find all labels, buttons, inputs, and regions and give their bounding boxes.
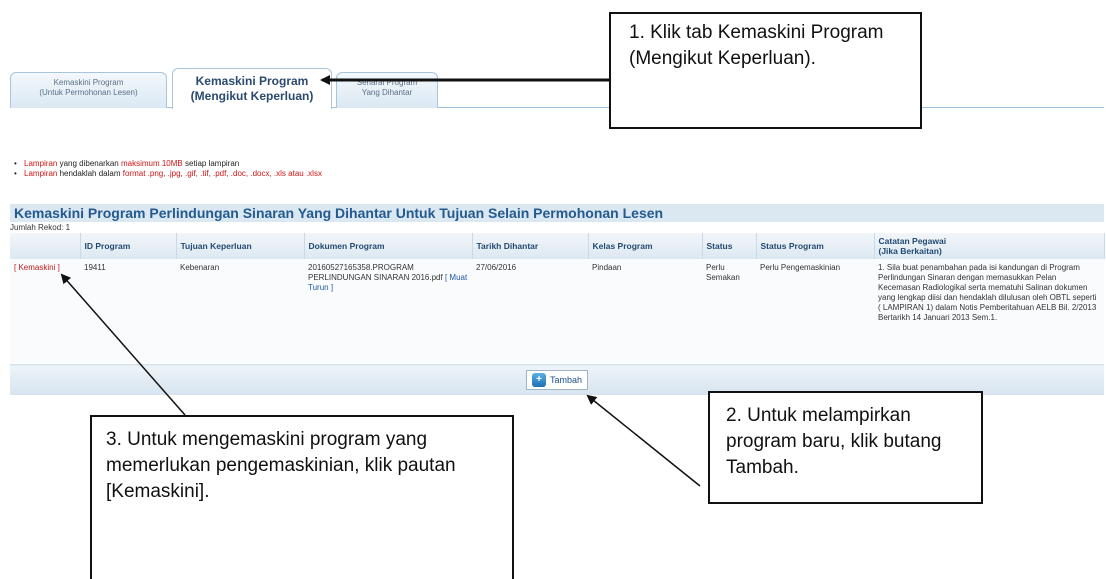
program-table: ID Program Tujuan Keperluan Dokumen Prog…	[10, 233, 1105, 395]
tambah-button[interactable]: + Tambah	[525, 369, 589, 390]
attachment-notes: Lampiran yang dibenarkan maksimum 10MB s…	[14, 159, 322, 179]
column-header-class[interactable]: Kelas Program	[588, 233, 703, 259]
column-header-purpose[interactable]: Tujuan Keperluan	[176, 233, 305, 259]
callout-step-3: 3. Untuk mengemaskini program yang memer…	[90, 415, 514, 579]
column-header-remark: Catatan Pegawai (Jika Berkaitan)	[874, 233, 1105, 259]
add-icon: +	[531, 372, 546, 387]
table-row: [ Kemaskini ] 19411 Kebenaran 2016052716…	[10, 259, 1104, 365]
cell-date: 27/06/2016	[472, 259, 588, 365]
column-header-program-status[interactable]: Status Program	[756, 233, 875, 259]
column-header-document[interactable]: Dokumen Program	[304, 233, 473, 259]
cell-purpose: Kebenaran	[176, 259, 304, 365]
tab-line2: Yang Dihantar	[361, 88, 413, 97]
cell-id: 19411	[80, 259, 176, 365]
tab-senarai-program[interactable]: Senarai Program Yang Dihantar	[336, 72, 438, 108]
remark-header-label: Catatan Pegawai	[878, 236, 947, 246]
tambah-label: Tambah	[549, 374, 583, 385]
tab-kemaskini-program-keperluan[interactable]: Kemaskini Program (Mengikut Keperluan)	[172, 68, 332, 109]
document-filename: 20160527165358.PROGRAM PERLINDUNGAN SINA…	[308, 263, 443, 282]
record-count: Jumlah Rekod: 1	[10, 223, 71, 232]
tab-bar: Kemaskini Program (Untuk Permohonan Lese…	[10, 68, 1104, 109]
tab-kemaskini-program-lesen[interactable]: Kemaskini Program (Untuk Permohonan Lese…	[10, 72, 167, 108]
callout-step-1: 1. Klik tab Kemaskini Program (Mengikut …	[609, 12, 922, 129]
table-header-row: ID Program Tujuan Keperluan Dokumen Prog…	[10, 233, 1105, 259]
tab-line1: Senarai Program	[356, 78, 418, 87]
remark-header-note: (Jika Berkaitan)	[878, 246, 942, 256]
tab-line1: Kemaskini Program	[195, 74, 309, 88]
cell-document: 20160527165358.PROGRAM PERLINDUNGAN SINA…	[304, 259, 472, 365]
tab-line2: (Untuk Permohonan Lesen)	[39, 88, 138, 97]
column-header-id[interactable]: ID Program	[80, 233, 177, 259]
column-header-date[interactable]: Tarikh Dihantar	[472, 233, 589, 259]
kemaskini-link[interactable]: [ Kemaskini ]	[14, 263, 60, 272]
column-header-action	[10, 233, 81, 259]
column-header-status[interactable]: Status	[702, 233, 757, 259]
section-title: Kemaskini Program Perlindungan Sinaran Y…	[10, 204, 1104, 222]
tab-line2: (Mengikut Keperluan)	[190, 89, 314, 103]
note-item: Lampiran yang dibenarkan maksimum 10MB s…	[14, 159, 322, 169]
arrow-to-tambah	[586, 394, 701, 487]
callout-step-2: 2. Untuk melampirkan program baru, klik …	[708, 391, 983, 504]
cell-status: Perlu Semakan	[702, 259, 756, 365]
cell-remark: 1. Sila buat penambahan pada isi kandung…	[874, 259, 1104, 365]
cell-program-status: Perlu Pengemaskinian	[756, 259, 874, 365]
table-footer: + Tambah	[10, 364, 1104, 395]
cell-class: Pindaan	[588, 259, 702, 365]
tab-line1: Kemaskini Program	[53, 78, 124, 87]
note-item: Lampiran hendaklah dalam format .png, .j…	[14, 169, 322, 179]
